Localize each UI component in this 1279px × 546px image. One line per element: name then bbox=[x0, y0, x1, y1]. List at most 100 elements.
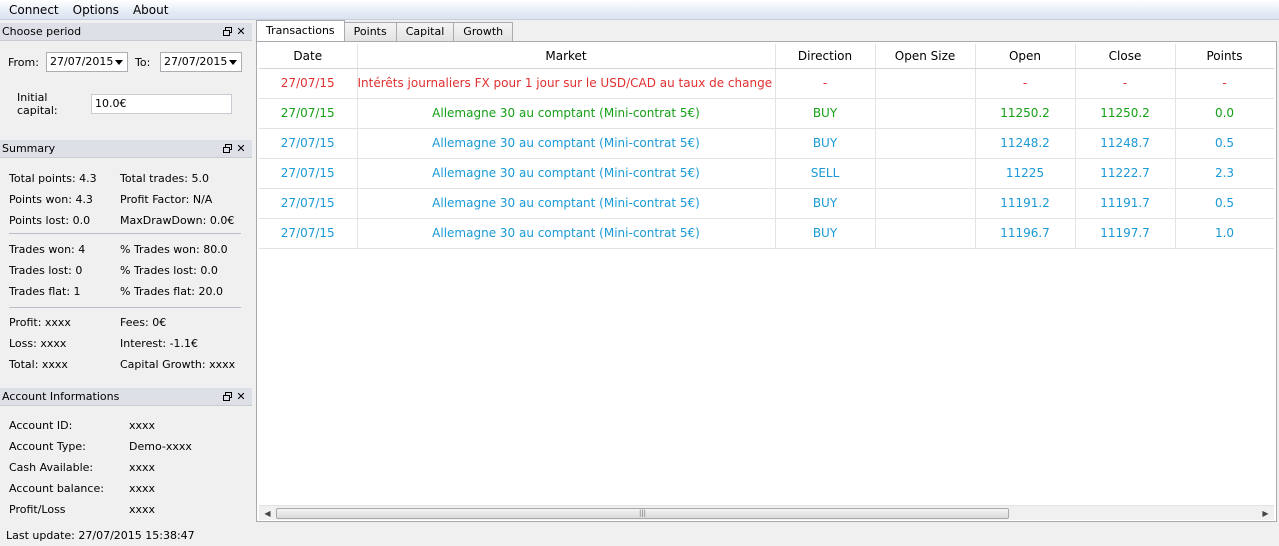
total-points: Total points: 4.3 bbox=[9, 172, 97, 185]
cell-close: 11250.2 bbox=[1075, 98, 1176, 129]
initial-capital-label: Initial capital: bbox=[17, 91, 58, 117]
cash-available-label: Cash Available: bbox=[9, 461, 94, 474]
cell-close: 11191.7 bbox=[1075, 188, 1176, 219]
cell-open: 11196.7 bbox=[975, 218, 1076, 249]
summary-row: Total: xxxx Capital Growth: xxxx bbox=[9, 354, 244, 375]
column-header-open[interactable]: Open bbox=[975, 44, 1076, 69]
arrow-left-icon[interactable]: ◀ bbox=[259, 506, 276, 521]
summary-row: Loss: xxxx Interest: -1.1€ bbox=[9, 333, 244, 354]
from-date-select[interactable]: 27/07/2015 bbox=[46, 52, 128, 72]
profit-loss-value: xxxx bbox=[129, 503, 156, 516]
summary-row: Points won: 4.3 Profit Factor: N/A bbox=[9, 189, 244, 210]
float-window-icon[interactable] bbox=[220, 140, 234, 158]
cell-direction: BUY bbox=[775, 218, 876, 249]
tab-points[interactable]: Points bbox=[343, 22, 397, 41]
cell-date: 27/07/15 bbox=[259, 98, 358, 129]
summary-row: Total points: 4.3 Total trades: 5.0 bbox=[9, 168, 244, 189]
points-won: Points won: 4.3 bbox=[9, 193, 93, 206]
summary-row: Profit: xxxx Fees: 0€ bbox=[9, 312, 244, 333]
cell-open-size bbox=[875, 158, 976, 189]
cell-open-size bbox=[875, 128, 976, 159]
cell-date: 27/07/15 bbox=[259, 68, 358, 99]
column-header-close[interactable]: Close bbox=[1075, 44, 1176, 69]
account-id-label: Account ID: bbox=[9, 419, 73, 432]
cell-points: 1.0 bbox=[1175, 218, 1274, 249]
table-row[interactable]: 27/07/15 Allemagne 30 au comptant (Mini-… bbox=[259, 158, 1274, 189]
pct-trades-flat: % Trades flat: 20.0 bbox=[120, 285, 223, 298]
max-drawdown: MaxDrawDown: 0.0€ bbox=[120, 214, 235, 227]
table-row[interactable]: 27/07/15 Intérêts journaliers FX pour 1 … bbox=[259, 68, 1274, 99]
menu-bar: Connect Options About bbox=[0, 0, 1279, 20]
summary-divider bbox=[9, 307, 241, 308]
cell-open-size bbox=[875, 98, 976, 129]
interest: Interest: -1.1€ bbox=[120, 337, 199, 350]
cell-direction: BUY bbox=[775, 98, 876, 129]
table-row[interactable]: 27/07/15 Allemagne 30 au comptant (Mini-… bbox=[259, 218, 1274, 249]
close-icon[interactable]: ✕ bbox=[234, 388, 248, 406]
cell-points: 0.5 bbox=[1175, 128, 1274, 159]
menu-connect[interactable]: Connect bbox=[2, 0, 66, 20]
tab-growth[interactable]: Growth bbox=[453, 22, 514, 41]
account-rows: Account ID: xxxx Account Type: Demo-xxxx C… bbox=[9, 415, 239, 520]
account-balance-label: Account balance: bbox=[9, 482, 104, 495]
cell-close: 11197.7 bbox=[1075, 218, 1176, 249]
column-header-market[interactable]: Market bbox=[357, 44, 776, 69]
capital-growth: Capital Growth: xxxx bbox=[120, 358, 236, 371]
cell-points: - bbox=[1175, 68, 1274, 99]
from-label: From: bbox=[8, 55, 39, 69]
cell-close: - bbox=[1075, 68, 1176, 99]
tab-capital[interactable]: Capital bbox=[395, 22, 455, 41]
account-type-label: Account Type: bbox=[9, 440, 86, 453]
account-row: Profit/Loss xxxx bbox=[9, 499, 239, 520]
last-update-status: Last update: 27/07/2015 15:38:47 bbox=[6, 529, 195, 542]
initial-capital-input[interactable]: 10.0€ bbox=[91, 94, 232, 114]
cell-date: 27/07/15 bbox=[259, 218, 358, 249]
cell-points: 0.5 bbox=[1175, 188, 1274, 219]
choose-period-title: Choose period bbox=[2, 25, 82, 38]
float-window-icon[interactable] bbox=[220, 388, 234, 406]
cell-market: Allemagne 30 au comptant (Mini-contrat 5… bbox=[357, 98, 776, 129]
account-type-value: Demo-xxxx bbox=[129, 440, 192, 453]
choose-period-panel: Choose period ✕ From: 27/07/2015 To: 27/… bbox=[0, 23, 252, 139]
scrollbar-thumb[interactable]: ||| bbox=[276, 508, 1009, 519]
menu-about[interactable]: About bbox=[126, 0, 175, 20]
to-date-select[interactable]: 27/07/2015 bbox=[160, 52, 242, 72]
cell-date: 27/07/15 bbox=[259, 188, 358, 219]
table-row[interactable]: 27/07/15 Allemagne 30 au comptant (Mini-… bbox=[259, 128, 1274, 159]
choose-period-title-bar: Choose period ✕ bbox=[0, 23, 252, 41]
summary-row: Points lost: 0.0 MaxDrawDown: 0.0€ bbox=[9, 210, 244, 231]
cell-open-size bbox=[875, 68, 976, 99]
total: Total: xxxx bbox=[9, 358, 68, 371]
summary-title: Summary bbox=[2, 142, 56, 155]
table-row[interactable]: 27/07/15 Allemagne 30 au comptant (Mini-… bbox=[259, 98, 1274, 129]
cell-market: Intérêts journaliers FX pour 1 jour sur … bbox=[357, 68, 776, 99]
cell-close: 11248.7 bbox=[1075, 128, 1176, 159]
column-header-direction[interactable]: Direction bbox=[775, 44, 876, 69]
cell-date: 27/07/15 bbox=[259, 128, 358, 159]
horizontal-scrollbar[interactable]: ◀ ||| ▶ bbox=[259, 505, 1274, 520]
cell-direction: - bbox=[775, 68, 876, 99]
summary-row: Trades flat: 1 % Trades flat: 20.0 bbox=[9, 281, 244, 302]
float-window-icon[interactable] bbox=[220, 23, 234, 41]
table-row[interactable]: 27/07/15 Allemagne 30 au comptant (Mini-… bbox=[259, 188, 1274, 219]
menu-options[interactable]: Options bbox=[66, 0, 126, 20]
column-header-points[interactable]: Points bbox=[1175, 44, 1274, 69]
summary-group-points: Total points: 4.3 Total trades: 5.0 Point… bbox=[9, 168, 244, 231]
account-row: Account balance: xxxx bbox=[9, 478, 239, 499]
account-balance-value: xxxx bbox=[129, 482, 156, 495]
chevron-down-icon bbox=[115, 60, 123, 65]
cell-direction: BUY bbox=[775, 128, 876, 159]
account-title-bar: Account Informations ✕ bbox=[0, 388, 252, 406]
cell-market: Allemagne 30 au comptant (Mini-contrat 5… bbox=[357, 158, 776, 189]
to-date-value: 27/07/2015 bbox=[164, 55, 228, 68]
column-header-open-size[interactable]: Open Size bbox=[875, 44, 976, 69]
trades-flat: Trades flat: 1 bbox=[9, 285, 81, 298]
arrow-right-icon[interactable]: ▶ bbox=[1257, 506, 1274, 521]
column-header-date[interactable]: Date bbox=[259, 44, 358, 69]
close-icon[interactable]: ✕ bbox=[234, 140, 248, 158]
tab-transactions[interactable]: Transactions bbox=[256, 20, 345, 41]
grip-icon: ||| bbox=[638, 509, 647, 517]
account-row: Account Type: Demo-xxxx bbox=[9, 436, 239, 457]
account-informations-panel: Account Informations ✕ Account ID: xxxx A… bbox=[0, 388, 252, 522]
close-icon[interactable]: ✕ bbox=[234, 23, 248, 41]
